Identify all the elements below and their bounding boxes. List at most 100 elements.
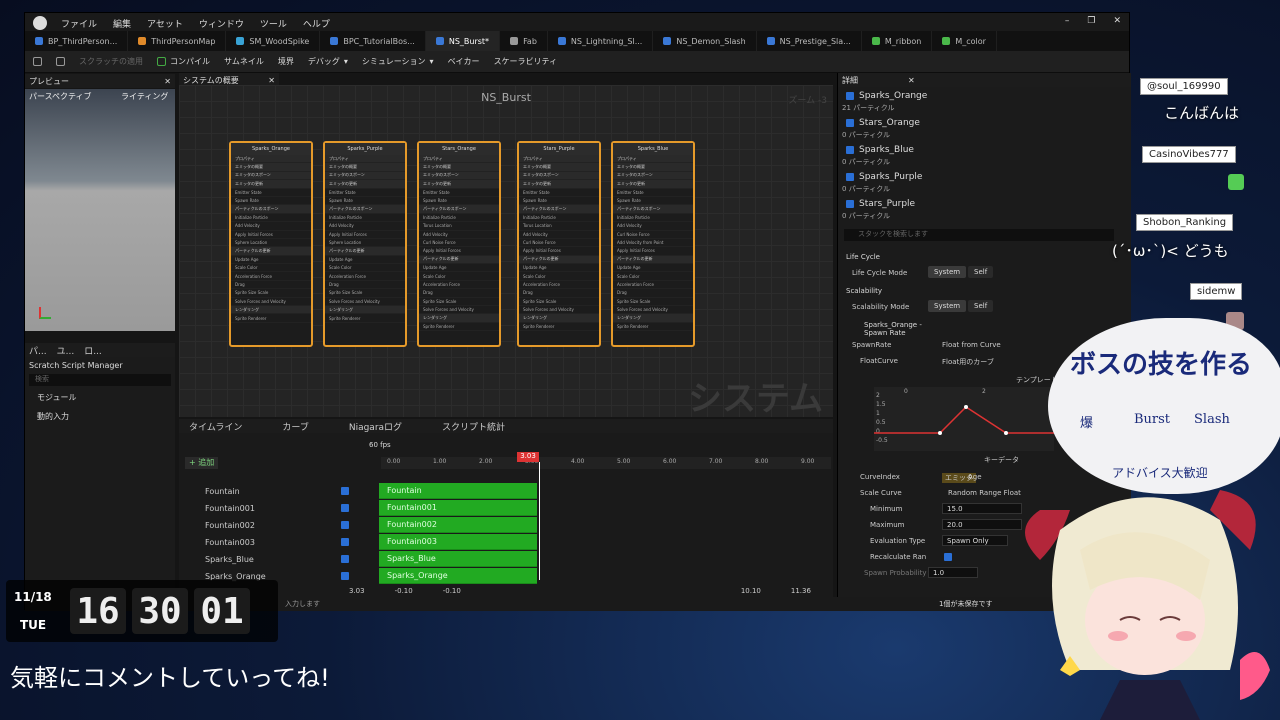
life-cycle-self-button[interactable]: Self xyxy=(968,266,994,278)
menu-edit[interactable]: 編集 xyxy=(113,17,131,30)
emitter-module-row[interactable]: Spawn Rate xyxy=(231,197,311,206)
emitter-module-row[interactable]: Emitter State xyxy=(231,189,311,197)
save-icon[interactable] xyxy=(33,57,42,66)
track-row[interactable]: Fountain003 xyxy=(179,534,375,550)
spawn-probability-input[interactable]: 1.0 xyxy=(928,567,978,578)
emitter-module-row[interactable]: パーティクルのスポーン xyxy=(419,205,499,214)
details-emitter-item[interactable]: Sparks_Orange xyxy=(846,91,927,101)
emitter-module-row[interactable]: Update Age xyxy=(419,264,499,273)
emitter-module-row[interactable]: エミッタの更新 xyxy=(519,180,599,189)
minimize-icon[interactable]: – xyxy=(1065,16,1070,26)
emitter-module-row[interactable]: エミッタの更新 xyxy=(325,180,405,189)
emitter-module-row[interactable]: Update Age xyxy=(613,264,693,273)
emitter-module-row[interactable]: Torus Location xyxy=(419,222,499,231)
document-tab[interactable]: BPC_TutorialBos... xyxy=(320,31,426,51)
track-enable-checkbox[interactable] xyxy=(341,487,349,495)
emitter-module-row[interactable]: Solve Forces and Velocity xyxy=(231,298,311,307)
document-tab[interactable]: SM_WoodSpike xyxy=(226,31,321,51)
age-value[interactable]: Age xyxy=(968,473,982,481)
emitter-module-row[interactable]: レンダリング xyxy=(519,314,599,323)
tab-parameters[interactable]: パ... xyxy=(29,344,47,357)
emitter-module-row[interactable]: Sphere Location xyxy=(231,239,311,248)
browse-icon[interactable] xyxy=(56,57,65,66)
maximize-icon[interactable]: ❐ xyxy=(1087,16,1095,26)
lighting-button[interactable]: ライティング xyxy=(121,91,168,102)
emitter-module-row[interactable]: Spawn Rate xyxy=(613,197,693,206)
emitter-module-row[interactable]: Curl Noise Force xyxy=(419,239,499,248)
playhead-time[interactable]: 3.03 xyxy=(517,452,539,462)
emitter-module-row[interactable]: Initialize Particle xyxy=(519,214,599,223)
track-row[interactable]: Sparks_Blue xyxy=(179,551,375,567)
current-time-field[interactable]: 3.03 xyxy=(349,587,365,595)
document-tab[interactable]: M_ribbon xyxy=(862,31,933,51)
menu-window[interactable]: ウィンドウ xyxy=(199,17,244,30)
life-cycle-section[interactable]: Life Cycle xyxy=(846,253,880,261)
emitter-module-row[interactable]: Solve Forces and Velocity xyxy=(419,306,499,315)
emitter-module-row[interactable]: Sphere Location xyxy=(325,239,405,248)
tab-local[interactable]: ロ... xyxy=(84,344,102,357)
emitter-module-row[interactable]: Sprite Renderer xyxy=(231,314,311,323)
track-bar[interactable]: Fountain002 xyxy=(379,517,537,533)
emitter-module-row[interactable]: Sprite Size Scale xyxy=(325,289,405,298)
emitter-module-row[interactable]: Sprite Renderer xyxy=(519,323,599,332)
emitter-checkbox[interactable] xyxy=(846,145,854,154)
view-end-field[interactable]: 11.36 xyxy=(791,587,811,595)
document-tab[interactable]: Fab xyxy=(500,31,548,51)
emitter-module-row[interactable]: Solve Forces and Velocity xyxy=(613,306,693,315)
track-enable-checkbox[interactable] xyxy=(341,572,349,580)
emitter-module-row[interactable]: Sprite Size Scale xyxy=(613,298,693,307)
emitter-checkbox[interactable] xyxy=(846,172,854,181)
emitter-module-row[interactable]: Emitter State xyxy=(613,189,693,197)
track-bar[interactable]: Fountain003 xyxy=(379,534,537,550)
emitter-module-row[interactable]: Scale Color xyxy=(519,272,599,281)
emitter-module-row[interactable]: Add Velocity xyxy=(231,222,311,231)
emitter-module-row[interactable]: プロパティ xyxy=(613,155,693,164)
emitter-module-row[interactable]: Sprite Renderer xyxy=(325,314,405,323)
emitter-module-row[interactable]: Curl Noise Force xyxy=(613,231,693,239)
float-curve-editor[interactable]: 2 1.5 1 0.5 0 -0.5 0 2 xyxy=(874,387,1054,451)
apply-scratch-button[interactable]: スクラッチの適用 xyxy=(79,56,143,67)
emitter-module-row[interactable]: Solve Forces and Velocity xyxy=(325,298,405,307)
document-tab[interactable]: NS_Demon_Slash xyxy=(653,31,757,51)
track-row[interactable]: Fountain002 xyxy=(179,517,375,533)
emitter-module-row[interactable]: Acceleration Force xyxy=(519,281,599,290)
stack-search-input[interactable]: スタックを検索します xyxy=(844,229,1114,241)
emitter-module-row[interactable]: Sprite Size Scale xyxy=(419,298,499,307)
emitter-module-row[interactable]: エミッタの概要 xyxy=(325,163,405,172)
emitter-module-row[interactable]: エミッタの更新 xyxy=(613,180,693,189)
emitter-module-row[interactable]: Add Velocity xyxy=(519,231,599,239)
scratch-search-input[interactable]: 検索 xyxy=(29,374,171,386)
debug-button[interactable]: デバッグ ▾ xyxy=(308,56,348,67)
menu-asset[interactable]: アセット xyxy=(147,17,183,30)
fps-selector[interactable]: 60 fps xyxy=(369,441,391,449)
close-icon[interactable]: ✕ xyxy=(908,76,915,85)
simulation-button[interactable]: シミュレーション ▾ xyxy=(362,56,434,67)
emitter-module-row[interactable]: パーティクルのスポーン xyxy=(519,205,599,214)
details-emitter-item[interactable]: Stars_Purple xyxy=(846,199,915,209)
emitter-module-row[interactable]: Apply Initial Forces xyxy=(231,231,311,239)
emitter-module-row[interactable]: Spawn Rate xyxy=(325,197,405,206)
emitter-module-row[interactable]: Drag xyxy=(419,289,499,298)
curve-key[interactable] xyxy=(964,405,968,409)
curve-line[interactable] xyxy=(874,406,1054,434)
track-bar[interactable]: Sparks_Blue xyxy=(379,551,537,567)
emitter-module-row[interactable]: Add Velocity from Point xyxy=(613,239,693,248)
emitter-node[interactable]: Sparks_Purple プロパティ エミッタの概要 エミッタのスポーン エミッタの更… xyxy=(323,141,407,347)
scratch-item-modules[interactable]: モジュール xyxy=(25,386,175,409)
work-start-field[interactable]: -0.10 xyxy=(443,587,461,595)
emitter-node[interactable]: Stars_Purple プロパティ エミッタの概要 エミッタのスポーン エミッタの更新… xyxy=(517,141,601,347)
track-bar[interactable]: Fountain001 xyxy=(379,500,537,516)
emitter-module-row[interactable]: レンダリング xyxy=(419,314,499,323)
spawn-rate-module-header[interactable]: Sparks_Orange - Spawn Rate xyxy=(864,321,944,337)
emitter-module-row[interactable]: Sprite Renderer xyxy=(419,323,499,332)
emitter-module-row[interactable]: Acceleration Force xyxy=(325,272,405,281)
emitter-module-row[interactable]: パーティクルの更新 xyxy=(325,247,405,256)
emitter-module-row[interactable]: エミッタの更新 xyxy=(231,180,311,189)
unsaved-indicator[interactable]: 1個が未保存です xyxy=(939,599,992,609)
emitter-checkbox[interactable] xyxy=(846,91,854,100)
emitter-module-row[interactable]: プロパティ xyxy=(519,155,599,164)
perspective-button[interactable]: パースペクティブ xyxy=(29,91,92,102)
emitter-module-row[interactable]: Initialize Particle xyxy=(231,214,311,223)
close-icon[interactable]: ✕ xyxy=(1113,16,1121,26)
details-emitter-item[interactable]: Stars_Orange xyxy=(846,118,920,128)
